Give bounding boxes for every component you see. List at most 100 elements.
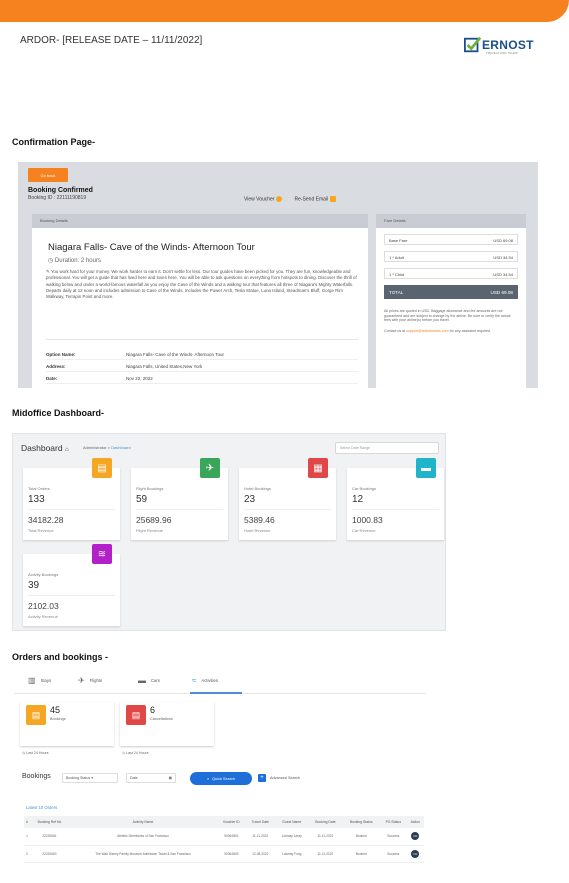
order-card-footer: ◷ Last 24 Hours <box>122 751 149 755</box>
stat-label: Flight Bookings <box>136 486 164 491</box>
stat-revenue-label: Total Revenue <box>28 528 54 533</box>
date-range-input[interactable]: Select Date Range <box>335 442 439 454</box>
stat-count: 12 <box>352 494 364 505</box>
stat-revenue: 34182.28 <box>28 515 64 525</box>
column-header: Booking Date <box>308 816 343 828</box>
column-header: PG Status <box>380 816 407 828</box>
stat-revenue-label: Car Revenue <box>352 528 376 533</box>
stat-revenue-label: Hotel Revenue <box>244 528 271 533</box>
breadcrumb-dashboard[interactable]: Dashboard <box>111 445 131 450</box>
detail-row: Option Name: Niagara Falls- Cave of the W… <box>46 348 358 360</box>
booking-details-panel: Booking Details Niagara Falls- Cave of t… <box>32 214 368 388</box>
stat-card[interactable]: ✈ Flight Bookings 59 25689.96 Flight Revenue <box>131 458 228 540</box>
stat-revenue: 5389.46 <box>244 515 275 525</box>
orders-table: # Booking Ref No Activity Name Voucher ID Tr… <box>24 816 424 863</box>
fare-rows: Base Fare USD 69.08 1 * Adult USD 34.54 1 * … <box>376 228 526 279</box>
page-title: ARDOR- [RELEASE DATE – 11/11/2022] <box>20 35 203 46</box>
booking-details-header: Booking Details <box>32 214 368 228</box>
date-select[interactable]: Date ▦ <box>126 773 176 783</box>
calendar-icon: ▤ <box>26 705 46 725</box>
order-summary-card[interactable]: ▤ 45 Bookings <box>20 702 114 746</box>
detail-value: Niagara Falls, United States,New York <box>126 364 203 369</box>
go-back-button[interactable]: Go back <box>28 168 68 182</box>
table-cell: Success <box>380 845 407 863</box>
stat-revenue-label: Activity Revenue <box>28 614 58 619</box>
stat-label: Hotel Bookings <box>244 486 271 491</box>
booking-id: Booking ID : 22111190819 <box>28 195 87 201</box>
stat-count: 23 <box>244 494 256 505</box>
fare-label: 1 * Adult <box>389 255 404 260</box>
fare-row: Base Fare USD 69.08 <box>384 234 518 245</box>
column-header: Activity Name <box>68 816 218 828</box>
logo-tagline: TRAVELS AND TOURS <box>486 51 518 55</box>
tab-stays[interactable]: ▥ Stays <box>28 676 51 685</box>
fare-total-label: TOTAL <box>389 289 404 295</box>
tab-label: Flights <box>89 678 103 683</box>
calendar-icon: ▦ <box>168 776 172 780</box>
booking-confirmed-title: Booking Confirmed <box>28 187 93 194</box>
column-header: Booking Status <box>342 816 381 828</box>
stat-count: 133 <box>28 494 45 505</box>
dashboard-screenshot: Dashboard ⌂ Administrator > Dashboard Se… <box>12 433 446 631</box>
detail-key: Address: <box>46 364 66 369</box>
fare-value: USD 34.54 <box>493 272 513 277</box>
table-cell: 22220663 <box>29 845 69 863</box>
tab-flights[interactable]: ✈ Flights <box>78 676 102 685</box>
tour-title: Niagara Falls- Cave of the Winds- Aftern… <box>48 242 255 253</box>
order-label: Cancellations <box>150 717 173 721</box>
divider <box>28 595 115 596</box>
fare-row: 1 * Adult USD 34.54 <box>384 251 518 262</box>
column-header: Action <box>406 816 424 828</box>
logo-text: ERNOST <box>482 38 534 52</box>
tab-label: Stays <box>40 678 52 683</box>
tab-cars[interactable]: ▬ Cars <box>138 676 160 685</box>
fare-note: All prices are quoted in USD. Baggage al… <box>384 309 511 323</box>
footer-label: Last 24 Hours <box>126 751 149 755</box>
quick-search-button[interactable]: ⌕ Quick Search <box>190 772 252 785</box>
detail-key: Date: <box>46 376 58 381</box>
table-cell: ••• <box>406 845 424 863</box>
action-menu-icon[interactable]: ••• <box>411 849 420 858</box>
table-header-row: # Booking Ref No Activity Name Voucher ID Tr… <box>24 816 424 828</box>
tab-activities[interactable]: ≈ Activities <box>192 676 218 685</box>
category-tabs: ▥ Stays ✈ Flights ▬ Cars ≈ Activities <box>14 668 426 694</box>
stat-card[interactable]: ▬ Car Bookings 12 1000.83 Car Revenue <box>347 458 444 540</box>
clock-icon: ◷ <box>48 258 55 264</box>
stat-card[interactable]: ≋ Activity Bookings 39 2102.03 Activity Reve… <box>23 544 120 626</box>
home-icon: ⌂ <box>64 447 69 453</box>
advanced-search-button[interactable]: + Advanced Search <box>258 774 300 782</box>
fare-value: USD 34.54 <box>493 255 513 260</box>
cart-icon: ▤ <box>92 458 112 478</box>
stat-revenue: 25689.96 <box>136 515 172 525</box>
table-row: 1 22220661 Athletic Skirmishes of San Fran… <box>24 828 424 846</box>
detail-row: Date: Nov 22, 2022 <box>46 372 358 384</box>
car-icon: ▬ <box>416 458 436 478</box>
divider <box>136 509 223 510</box>
support-email-link[interactable]: support@ardortravels.com <box>406 329 448 333</box>
booking-status-select[interactable]: Booking Status ▾ <box>62 773 118 783</box>
column-header: Booking Ref No <box>29 816 69 828</box>
fare-total-value: USD 69.08 <box>490 289 513 295</box>
breadcrumb-admin[interactable]: Administrator <box>83 445 107 450</box>
email-icon <box>330 196 337 202</box>
table-cell: ••• <box>406 828 424 846</box>
checkmark-logo-icon <box>464 36 482 53</box>
voucher-icon <box>276 196 283 202</box>
column-header: Voucher ID <box>217 816 246 828</box>
action-menu-icon[interactable]: ••• <box>411 832 420 841</box>
resend-email-link[interactable]: Re-Send Email <box>294 196 337 202</box>
booking-detail-rows: Option Name: Niagara Falls- Cave of the W… <box>46 348 358 384</box>
order-count: 45 <box>50 705 61 715</box>
stat-card[interactable]: ▦ Hotel Bookings 23 5389.46 Hotel Revenue <box>239 458 336 540</box>
table-cell: Booked <box>342 845 381 863</box>
latest-orders-label: Latest 10 Orders <box>26 805 58 810</box>
view-voucher-link[interactable]: View Voucher <box>244 196 283 202</box>
table-cell: 90064803 <box>217 845 246 863</box>
stays-icon: ▥ <box>28 676 36 685</box>
fare-total: TOTAL USD 69.08 <box>384 285 518 299</box>
fare-details-header: Fare Details <box>376 214 526 228</box>
table-cell: Booked <box>342 828 381 846</box>
order-summary-card[interactable]: ▤ 6 Cancellations <box>120 702 214 746</box>
stat-card[interactable]: ▤ Total Orders 133 34182.28 Total Revenue <box>23 458 120 540</box>
divider <box>352 509 439 510</box>
